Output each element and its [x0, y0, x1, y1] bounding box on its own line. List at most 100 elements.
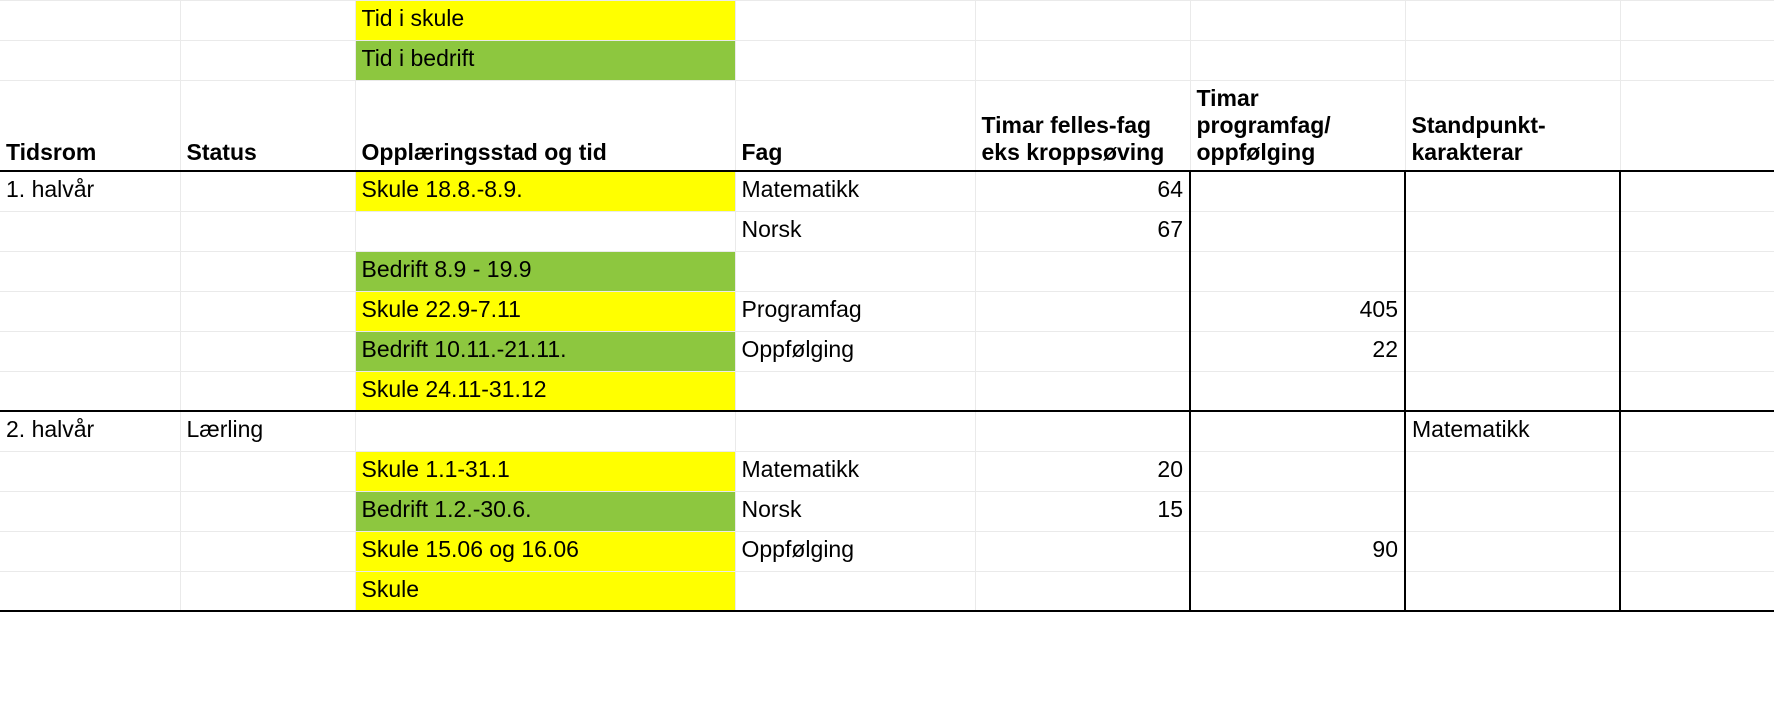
- cell-felles: 67: [975, 211, 1190, 251]
- table-row: Bedrift 8.9 - 19.9: [0, 251, 1774, 291]
- table-row: Bedrift 1.2.-30.6.Norsk15: [0, 491, 1774, 531]
- legend-skule: Tid i skule: [355, 1, 735, 41]
- cell-standpunkt: [1405, 251, 1620, 291]
- cell-extra: [1620, 331, 1774, 371]
- cell-status: Lærling: [180, 411, 355, 451]
- cell-standpunkt: Matematikk: [1405, 411, 1620, 451]
- cell-tidsrom: [0, 571, 180, 611]
- cell-felles: 20: [975, 451, 1190, 491]
- header-row: Tidsrom Status Opplæringsstad og tid Fag…: [0, 81, 1774, 172]
- cell-standpunkt: [1405, 331, 1620, 371]
- header-standpunkt: Standpunkt-karakterar: [1405, 81, 1620, 172]
- cell-program: 22: [1190, 331, 1405, 371]
- cell-status: [180, 451, 355, 491]
- cell-fag: [735, 411, 975, 451]
- cell-fag: [735, 251, 975, 291]
- cell-felles: [975, 331, 1190, 371]
- cell-program: [1190, 371, 1405, 411]
- legend-row-skule: Tid i skule: [0, 1, 1774, 41]
- cell-status: [180, 211, 355, 251]
- cell-tidsrom: 1. halvår: [0, 171, 180, 211]
- table-row: Skule 24.11-31.12: [0, 371, 1774, 411]
- cell-fag: Norsk: [735, 491, 975, 531]
- cell-fag: Oppfølging: [735, 331, 975, 371]
- cell-sted: Skule 1.1-31.1: [355, 451, 735, 491]
- cell-felles: [975, 371, 1190, 411]
- table-row: Skule: [0, 571, 1774, 611]
- cell-program: 90: [1190, 531, 1405, 571]
- cell-program: [1190, 491, 1405, 531]
- cell-fag: [735, 571, 975, 611]
- cell-standpunkt: [1405, 371, 1620, 411]
- cell-tidsrom: [0, 531, 180, 571]
- cell-extra: [1620, 371, 1774, 411]
- cell-fag: Norsk: [735, 211, 975, 251]
- cell-program: 405: [1190, 291, 1405, 331]
- cell-standpunkt: [1405, 571, 1620, 611]
- cell-tidsrom: [0, 251, 180, 291]
- cell-felles: [975, 411, 1190, 451]
- cell-program: [1190, 251, 1405, 291]
- cell-status: [180, 491, 355, 531]
- header-opplaering: Opplæringsstad og tid: [355, 81, 735, 172]
- legend-bedrift: Tid i bedrift: [355, 41, 735, 81]
- cell-felles: 64: [975, 171, 1190, 211]
- cell-extra: [1620, 531, 1774, 571]
- cell-sted: [355, 411, 735, 451]
- cell-standpunkt: [1405, 451, 1620, 491]
- cell-standpunkt: [1405, 531, 1620, 571]
- cell-tidsrom: [0, 491, 180, 531]
- cell-sted: Skule: [355, 571, 735, 611]
- cell-status: [180, 291, 355, 331]
- cell-extra: [1620, 171, 1774, 211]
- header-timar-program: Timar programfag/ oppfølging: [1190, 81, 1405, 172]
- cell-extra: [1620, 411, 1774, 451]
- cell-status: [180, 331, 355, 371]
- schedule-table: Tid i skule Tid i bedrift Tidsrom Status…: [0, 0, 1774, 612]
- cell-sted: Bedrift 8.9 - 19.9: [355, 251, 735, 291]
- cell-program: [1190, 411, 1405, 451]
- cell-sted: Skule 22.9-7.11: [355, 291, 735, 331]
- cell-tidsrom: 2. halvår: [0, 411, 180, 451]
- header-fag: Fag: [735, 81, 975, 172]
- cell-fag: Oppfølging: [735, 531, 975, 571]
- cell-sted: Skule 24.11-31.12: [355, 371, 735, 411]
- cell-program: [1190, 171, 1405, 211]
- cell-program: [1190, 571, 1405, 611]
- table-row: Skule 22.9-7.11Programfag 405: [0, 291, 1774, 331]
- cell-fag: [735, 371, 975, 411]
- cell-extra: [1620, 211, 1774, 251]
- cell-status: [180, 371, 355, 411]
- cell-felles: 15: [975, 491, 1190, 531]
- cell-program: [1190, 211, 1405, 251]
- cell-status: [180, 531, 355, 571]
- table-row: 1. halvår Skule 18.8.-8.9.Matematikk64: [0, 171, 1774, 211]
- cell-fag: Matematikk: [735, 171, 975, 211]
- cell-extra: [1620, 571, 1774, 611]
- header-timar-felles: Timar felles-fag eks kroppsøving: [975, 81, 1190, 172]
- cell-felles: [975, 291, 1190, 331]
- cell-tidsrom: [0, 291, 180, 331]
- table-row: Skule 15.06 og 16.06Oppfølging 90: [0, 531, 1774, 571]
- cell-status: [180, 171, 355, 211]
- header-tidsrom: Tidsrom: [0, 81, 180, 172]
- cell-extra: [1620, 251, 1774, 291]
- table-row: Bedrift 10.11.-21.11.Oppfølging 22: [0, 331, 1774, 371]
- cell-felles: [975, 251, 1190, 291]
- cell-fag: Programfag: [735, 291, 975, 331]
- cell-sted: Skule 18.8.-8.9.: [355, 171, 735, 211]
- cell-program: [1190, 451, 1405, 491]
- legend-row-bedrift: Tid i bedrift: [0, 41, 1774, 81]
- cell-tidsrom: [0, 451, 180, 491]
- cell-sted: Bedrift 10.11.-21.11.: [355, 331, 735, 371]
- cell-status: [180, 571, 355, 611]
- cell-standpunkt: [1405, 491, 1620, 531]
- cell-standpunkt: [1405, 291, 1620, 331]
- cell-extra: [1620, 451, 1774, 491]
- cell-fag: Matematikk: [735, 451, 975, 491]
- cell-tidsrom: [0, 211, 180, 251]
- cell-tidsrom: [0, 371, 180, 411]
- cell-sted: Skule 15.06 og 16.06: [355, 531, 735, 571]
- cell-standpunkt: [1405, 211, 1620, 251]
- header-status: Status: [180, 81, 355, 172]
